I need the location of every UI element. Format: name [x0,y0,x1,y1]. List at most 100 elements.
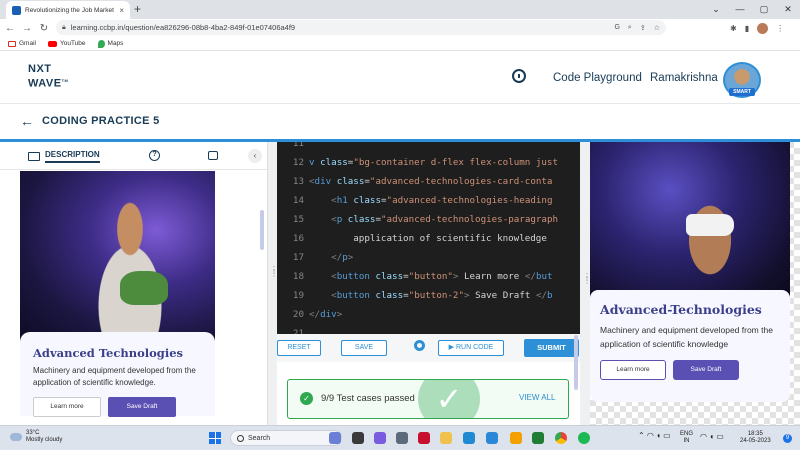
save-button[interactable]: SAVE [341,340,387,356]
output-card-heading: Advanced-Technologies [600,302,762,317]
back-arrow-icon[interactable]: ← [20,113,34,129]
zoom-icon[interactable]: ⌕ [628,24,632,32]
tips-app-icon[interactable] [510,432,522,444]
vr-headset-icon [686,214,734,236]
help-question-icon[interactable]: ? [149,150,160,161]
site-favicon-icon [12,5,21,15]
code-line[interactable]: </p> [309,252,353,263]
teams-chat-icon[interactable] [374,432,386,444]
network-volume-battery-icons[interactable]: ◠ ◖ ▭ [700,433,724,441]
run-code-button[interactable]: ▶ RUN CODE [438,340,504,356]
google-lens-icon[interactable]: G [614,24,619,32]
minimize-button[interactable]: — [728,0,752,19]
weather-temp: 33°C [26,430,40,436]
weather-widget[interactable]: 33°C Mostly cloudy [10,430,62,444]
chrome-icon[interactable] [555,432,567,444]
code-line[interactable]: </div> [309,309,342,320]
output-save-draft-button[interactable]: Save Draft [673,360,739,380]
editor-settings-gear-icon[interactable] [414,340,425,351]
close-tab-icon[interactable]: × [119,6,124,15]
page-title: CODING PRACTICE 5 [42,115,160,127]
line-number: 19 [292,290,304,301]
lock-icon: 🔒︎ [62,23,66,31]
sample-save-draft-button: Save Draft [108,397,176,417]
code-playground-link[interactable]: Code Playground [553,72,642,84]
maximize-button[interactable]: ▢ [752,0,776,19]
search-icon [237,434,244,442]
maps-icon [97,39,105,48]
tab-search-icon[interactable]: ⌄ [704,0,728,19]
code-line[interactable]: v class="bg-container d-flex flex-column… [309,157,558,168]
edge-browser-icon[interactable] [463,432,475,444]
code-line[interactable]: <button class="button"> Learn more </but [309,271,552,282]
clock[interactable]: 18:35 24-05-2023 [740,431,771,445]
profile-avatar-icon[interactable] [757,22,769,34]
file-explorer-icon[interactable] [440,432,452,444]
nxtwave-logo[interactable]: NXT WAVETM [28,64,68,90]
camera-app-icon[interactable] [396,432,408,444]
test-cases-result[interactable]: ✓ ✓ 9/9 Test cases passed VIEW ALL [287,379,569,419]
weather-desc: Mostly cloudy [26,437,63,443]
extensions-icon[interactable]: ✱ [730,24,737,33]
collapse-panel-icon[interactable]: ‹ [248,149,262,163]
sample-card-text: Machinery and equipment developed from t… [33,366,196,387]
code-line[interactable]: <p class="advanced-technologies-paragrap… [309,214,558,225]
test-cases-status: 9/9 Test cases passed [321,393,415,404]
side-panel-icon[interactable]: ▮ [745,24,749,33]
bookmark-star-icon[interactable]: ☆ [654,24,660,32]
bookmark-gmail[interactable]: Gmail [8,40,36,47]
code-line[interactable]: application of scientific knowledge [309,233,547,244]
code-line[interactable]: <h1 class="advanced-technologies-heading [309,195,552,206]
tab-title: Revolutionizing the Job Market | [25,6,116,14]
url-text[interactable]: learning.ccbp.in/question/ea826296-08b8-… [71,23,295,32]
app-icon-green[interactable] [532,432,544,444]
sample-card: Advanced Technologies Machinery and equi… [20,332,215,417]
taskbar-search[interactable]: Search [230,430,342,446]
bookmark-youtube[interactable]: YouTube [47,40,86,47]
browser-tab-active[interactable]: Revolutionizing the Job Market | × [6,1,130,19]
new-tab-button[interactable]: + [134,2,141,16]
description-preview-image: Advanced Technologies Machinery and equi… [20,171,215,417]
stopwatch-icon[interactable] [512,69,526,83]
browser-menu-icon[interactable]: ⋮ [776,24,784,33]
close-window-button[interactable]: ✕ [776,0,800,19]
tab-description[interactable]: DESCRIPTION [28,150,100,163]
browser-tab-bar: Revolutionizing the Job Market | × + ⌄ —… [0,0,800,19]
sample-card-heading: Advanced Technologies [33,346,184,360]
windows-start-icon[interactable] [209,432,221,444]
line-number: 20 [292,309,304,320]
spotify-icon[interactable] [578,432,590,444]
reset-button[interactable]: RESET [277,340,321,356]
window-controls: ⌄ — ▢ ✕ [704,0,800,19]
output-preview-panel: Advanced-Technologies Machinery and equi… [590,142,800,425]
editor-toolbar: RESET SAVE ▶ RUN CODE SUBMIT [277,334,580,362]
left-resize-handle[interactable] [268,142,277,425]
line-number: 16 [292,233,304,244]
code-line[interactable]: <div class="advanced-technologies-card-c… [309,176,552,187]
code-editor[interactable]: 11 12 v class="bg-container d-flex flex-co… [277,142,580,334]
mcafee-icon[interactable] [418,432,430,444]
share-icon[interactable]: ⇪ [640,24,646,32]
task-view-icon[interactable] [352,432,364,444]
system-tray-icons[interactable]: ⌃ ◠ ◖ ▭ [638,432,671,440]
forward-nav-icon[interactable]: → [20,23,34,34]
output-learn-more-button[interactable]: Learn more [600,360,666,380]
discussion-chat-icon[interactable] [208,151,218,160]
view-all-link[interactable]: VIEW ALL [519,393,555,402]
code-line[interactable]: <button class="button-2"> Save Draft </b [309,290,552,301]
results-scrollbar[interactable] [574,335,578,390]
bookmark-maps[interactable]: Maps [97,39,123,48]
notification-badge[interactable]: 9 [783,434,792,443]
url-omnibox[interactable]: 🔒︎ learning.ccbp.in/question/ea826296-08… [56,20,666,35]
reload-icon[interactable]: ↻ [37,23,51,34]
language-indicator[interactable]: ENG IN [680,431,693,445]
submit-button[interactable]: SUBMIT [524,339,579,357]
description-tabs: DESCRIPTION ? ‹ [0,142,267,170]
line-number: 12 [292,157,304,168]
back-nav-icon[interactable]: ← [3,23,17,34]
description-scrollbar[interactable] [260,210,264,250]
store-app-icon[interactable] [486,432,498,444]
user-name[interactable]: Ramakrishna [650,72,718,84]
widgets-app-icon[interactable] [329,432,341,444]
cloud-icon [10,433,22,441]
